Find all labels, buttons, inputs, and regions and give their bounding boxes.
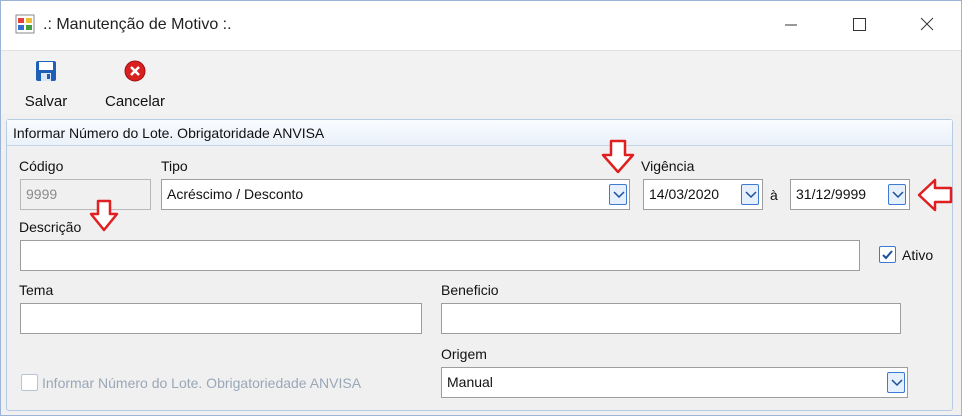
chevron-down-icon — [613, 191, 625, 199]
lote-checkbox[interactable] — [21, 374, 38, 391]
floppy-disk-icon — [36, 61, 56, 81]
codigo-value: 9999 — [26, 186, 58, 202]
window-title: .: Manutenção de Motivo :. — [43, 16, 232, 33]
vigencia-to-date[interactable]: 31/12/9999 — [790, 179, 910, 210]
cancel-button[interactable]: Cancelar — [95, 55, 175, 113]
close-button[interactable] — [915, 13, 939, 37]
origem-select[interactable]: Manual — [441, 367, 908, 398]
tipo-select[interactable]: Acréscimo / Desconto — [161, 179, 630, 210]
lote-checkbox-label: Informar Número do Lote. Obrigatoriedade… — [42, 375, 362, 391]
ativo-checkbox[interactable] — [879, 246, 896, 263]
title-bar: .: Manutenção de Motivo :. — [1, 1, 961, 50]
descricao-label: Descrição — [19, 219, 82, 235]
tipo-value: Acréscimo / Desconto — [167, 186, 304, 202]
vigencia-to-dropdown[interactable] — [888, 184, 906, 205]
tema-label: Tema — [19, 282, 54, 298]
window: .: Manutenção de Motivo :. Salvar Cancel… — [0, 0, 962, 416]
toolbar: Salvar Cancelar — [1, 50, 961, 114]
chevron-down-icon — [745, 191, 757, 199]
tema-input[interactable] — [20, 303, 422, 334]
save-label: Salvar — [24, 93, 68, 110]
cancel-icon — [124, 60, 146, 82]
vigencia-from-dropdown[interactable] — [741, 184, 759, 205]
tipo-label: Tipo — [161, 158, 188, 174]
group-header: Informar Número do Lote. Obrigatoridade … — [7, 120, 952, 146]
origem-dropdown-button[interactable] — [887, 372, 905, 393]
chevron-down-icon — [891, 379, 903, 387]
descricao-input[interactable] — [20, 240, 860, 271]
codigo-field: 9999 — [20, 179, 151, 210]
origem-value: Manual — [447, 374, 493, 390]
chevron-down-icon — [892, 191, 904, 199]
app-icon — [15, 14, 35, 34]
maximize-icon — [853, 18, 866, 31]
maximize-button[interactable] — [847, 13, 871, 37]
save-button[interactable]: Salvar — [15, 55, 77, 113]
cancel-label: Cancelar — [104, 93, 166, 110]
checkmark-icon — [882, 250, 893, 260]
vigencia-from-value: 14/03/2020 — [649, 186, 720, 202]
ativo-label: Ativo — [902, 247, 934, 263]
annotation-arrow-down-icon — [89, 199, 119, 232]
tipo-dropdown-button[interactable] — [609, 184, 627, 205]
group-title: Informar Número do Lote. Obrigatoridade … — [13, 125, 325, 141]
annotation-arrow-down-icon — [601, 139, 635, 174]
minimize-button[interactable] — [779, 13, 803, 37]
vigencia-from-date[interactable]: 14/03/2020 — [643, 179, 763, 210]
vigencia-separator: à — [770, 187, 778, 203]
beneficio-input[interactable] — [441, 303, 901, 334]
beneficio-label: Beneficio — [441, 282, 499, 298]
annotation-arrow-left-icon — [917, 178, 953, 212]
minimize-icon — [785, 24, 797, 26]
form-group: Informar Número do Lote. Obrigatoridade … — [6, 119, 953, 411]
vigencia-to-value: 31/12/9999 — [796, 186, 867, 202]
vigencia-label: Vigência — [641, 158, 695, 174]
codigo-label: Código — [19, 158, 64, 174]
origem-label: Origem — [441, 346, 487, 362]
close-icon — [920, 17, 934, 31]
